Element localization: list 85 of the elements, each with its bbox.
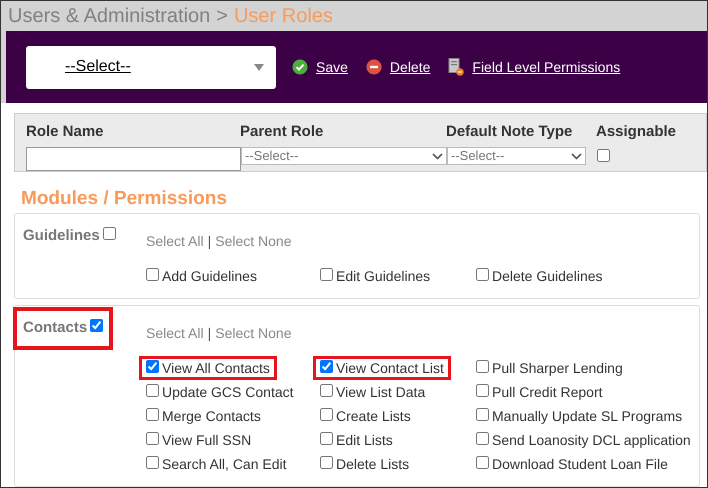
- document-icon: [448, 58, 464, 76]
- permission-checkbox[interactable]: [476, 432, 489, 444]
- permission-option[interactable]: Merge Contacts: [139, 404, 268, 428]
- save-link[interactable]: Save: [316, 56, 348, 78]
- select-all-link[interactable]: Select All: [146, 323, 204, 344]
- permission-option[interactable]: Send Loanosity DCL application: [469, 428, 698, 452]
- permission-label: View Full SSN: [162, 430, 252, 450]
- permission-label: View List Data: [336, 382, 426, 402]
- permission-label: Edit Lists: [336, 430, 393, 450]
- permission-checkbox[interactable]: [476, 268, 489, 280]
- note-type-select[interactable]: --Select--: [447, 147, 586, 165]
- permission-option[interactable]: Create Lists: [313, 404, 418, 428]
- permission-option[interactable]: Delete Guidelines: [469, 264, 610, 288]
- permission-label: Delete Lists: [336, 454, 410, 474]
- permission-checkbox[interactable]: [146, 360, 159, 372]
- permission-label: Merge Contacts: [162, 406, 261, 426]
- permission-label: Add Guidelines: [162, 266, 257, 286]
- permission-checkbox[interactable]: [146, 384, 159, 396]
- column-header: Default Note Type: [446, 122, 574, 142]
- breadcrumb-separator: >: [216, 4, 228, 29]
- permission-option[interactable]: Manually Update SL Programs: [469, 404, 690, 428]
- permission-checkbox[interactable]: [320, 456, 333, 468]
- role-select[interactable]: --Select--: [26, 46, 276, 88]
- permission-option[interactable]: Edit Guidelines: [313, 264, 438, 288]
- permission-checkbox[interactable]: [146, 408, 159, 420]
- permission-option[interactable]: Download Student Loan File: [469, 452, 675, 476]
- fields-link[interactable]: Field Level Permissions: [472, 56, 620, 78]
- module-checkbox[interactable]: [90, 318, 104, 332]
- permission-checkbox[interactable]: [146, 268, 159, 280]
- permission-option[interactable]: Delete Lists: [313, 452, 416, 476]
- parent-role-select[interactable]: --Select--: [241, 147, 447, 165]
- permission-checkbox[interactable]: [146, 456, 159, 468]
- permission-option[interactable]: Pull Credit Report: [469, 380, 610, 404]
- permission-checkbox[interactable]: [146, 432, 159, 444]
- link-separator: |: [208, 324, 212, 343]
- permission-option[interactable]: Edit Lists: [313, 428, 400, 452]
- dropdown-arrow-icon: [254, 64, 264, 70]
- section-title: Modules / Permissions: [21, 187, 228, 209]
- permission-checkbox[interactable]: [320, 408, 333, 420]
- link-separator: |: [208, 232, 212, 251]
- chevron-icon: [571, 152, 582, 160]
- permission-checkbox[interactable]: [476, 456, 489, 468]
- permission-option[interactable]: View All Contacts: [139, 356, 277, 380]
- permission-label: Search All, Can Edit: [162, 454, 287, 474]
- permission-checkbox[interactable]: [320, 360, 333, 372]
- assignable-checkbox[interactable]: [597, 149, 610, 162]
- column-header: Assignable: [596, 122, 676, 142]
- permission-label: Send Loanosity DCL application: [492, 430, 691, 450]
- column-header: Role Name: [26, 122, 105, 142]
- module-label[interactable]: Contacts: [13, 307, 114, 350]
- select-none-link[interactable]: Select None: [215, 323, 292, 344]
- permission-option[interactable]: View Full SSN: [139, 428, 258, 452]
- permission-label: Delete Guidelines: [492, 266, 603, 286]
- permission-label: Pull Credit Report: [492, 382, 602, 402]
- permission-option[interactable]: Search All, Can Edit: [139, 452, 294, 476]
- permission-option[interactable]: Add Guidelines: [139, 264, 264, 288]
- module-checkbox[interactable]: [102, 226, 116, 240]
- module-label[interactable]: Guidelines: [13, 215, 126, 258]
- permission-checkbox[interactable]: [476, 408, 489, 420]
- permission-checkbox[interactable]: [476, 360, 489, 372]
- permission-option[interactable]: Pull Sharper Lending: [469, 356, 630, 380]
- permission-label: Download Student Loan File: [492, 454, 668, 474]
- permission-checkbox[interactable]: [476, 384, 489, 396]
- permission-label: Pull Sharper Lending: [492, 358, 623, 378]
- delete-link[interactable]: Delete: [390, 56, 430, 78]
- select-none-link[interactable]: Select None: [215, 231, 292, 252]
- permission-checkbox[interactable]: [320, 268, 333, 280]
- permission-label: Manually Update SL Programs: [492, 406, 682, 426]
- select-all-link[interactable]: Select All: [146, 231, 204, 252]
- permission-option[interactable]: View Contact List: [313, 356, 451, 380]
- checkmark-icon: [292, 59, 308, 75]
- permission-label: View Contact List: [336, 358, 444, 378]
- chevron-icon: [432, 152, 443, 160]
- page-title: User Roles: [234, 4, 333, 29]
- permission-label: Create Lists: [336, 406, 411, 426]
- column-header: Parent Role: [240, 122, 324, 142]
- role-name-field[interactable]: [26, 147, 241, 171]
- permission-checkbox[interactable]: [320, 432, 333, 444]
- permission-label: View All Contacts: [162, 358, 270, 378]
- minus-circle-icon: [366, 59, 382, 75]
- permission-option[interactable]: Update GCS Contact: [139, 380, 301, 404]
- permission-label: Update GCS Contact: [162, 382, 294, 402]
- permission-option[interactable]: View List Data: [313, 380, 432, 404]
- permission-checkbox[interactable]: [320, 384, 333, 396]
- permission-label: Edit Guidelines: [336, 266, 430, 286]
